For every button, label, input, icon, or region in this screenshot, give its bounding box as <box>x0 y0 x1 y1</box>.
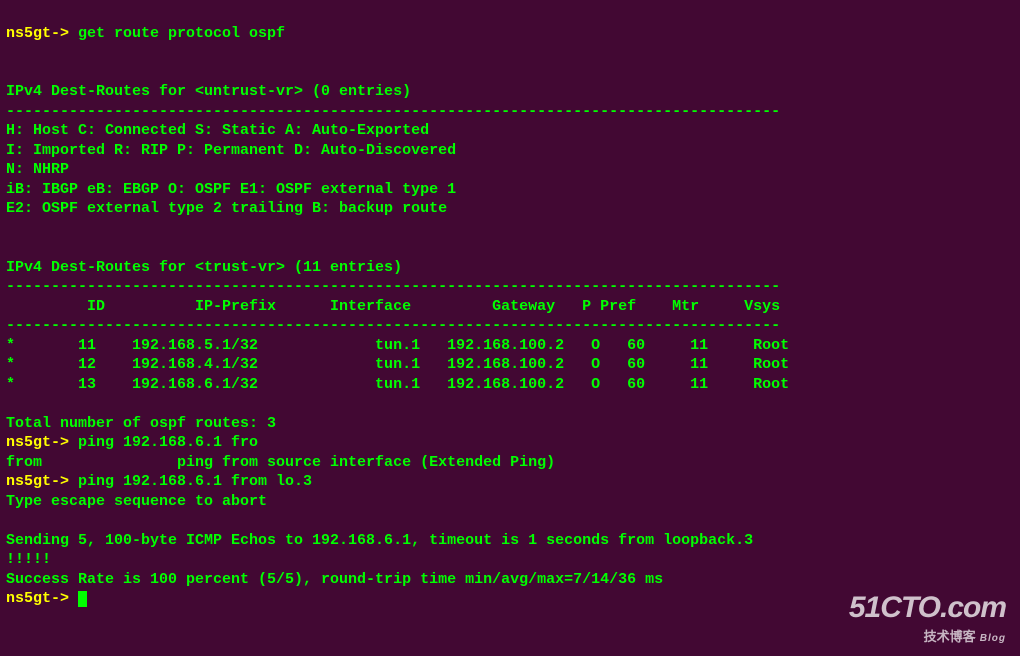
terminal-output[interactable]: ns5gt-> get route protocol ospf IPv4 Des… <box>0 0 1020 613</box>
prompt: ns5gt-> <box>6 25 78 42</box>
section-header: IPv4 Dest-Routes for <trust-vr> (11 entr… <box>6 259 402 276</box>
prompt: ns5gt-> <box>6 434 78 451</box>
watermark-sub: 技术博客 <box>924 629 976 644</box>
legend-line: I: Imported R: RIP P: Permanent D: Auto-… <box>6 142 456 159</box>
watermark-blog: Blog <box>980 633 1006 644</box>
divider: ----------------------------------------… <box>6 103 780 120</box>
prompt: ns5gt-> <box>6 590 78 607</box>
divider: ----------------------------------------… <box>6 278 780 295</box>
command-text: ping 192.168.6.1 from lo.3 <box>78 473 312 490</box>
command-text: ping 192.168.6.1 fro <box>78 434 258 451</box>
cursor[interactable] <box>78 591 87 607</box>
ping-result: !!!!! <box>6 551 51 568</box>
total-line: Total number of ospf routes: 3 <box>6 415 276 432</box>
sending-line: Sending 5, 100-byte ICMP Echos to 192.16… <box>6 532 753 549</box>
command-text: get route protocol ospf <box>78 25 285 42</box>
prompt: ns5gt-> <box>6 473 78 490</box>
legend-line: E2: OSPF external type 2 trailing B: bac… <box>6 200 447 217</box>
escape-line: Type escape sequence to abort <box>6 493 267 510</box>
legend-line: H: Host C: Connected S: Static A: Auto-E… <box>6 122 429 139</box>
table-header: ID IP-Prefix Interface Gateway P Pref Mt… <box>6 298 780 315</box>
completion-hint: from ping from source interface (Extende… <box>6 454 555 471</box>
divider: ----------------------------------------… <box>6 317 780 334</box>
route-table-body: * 11 192.168.5.1/32 tun.1 192.168.100.2 … <box>6 337 789 393</box>
legend-line: N: NHRP <box>6 161 69 178</box>
legend-line: iB: IBGP eB: EBGP O: OSPF E1: OSPF exter… <box>6 181 456 198</box>
section-header: IPv4 Dest-Routes for <untrust-vr> (0 ent… <box>6 83 411 100</box>
success-line: Success Rate is 100 percent (5/5), round… <box>6 571 663 588</box>
